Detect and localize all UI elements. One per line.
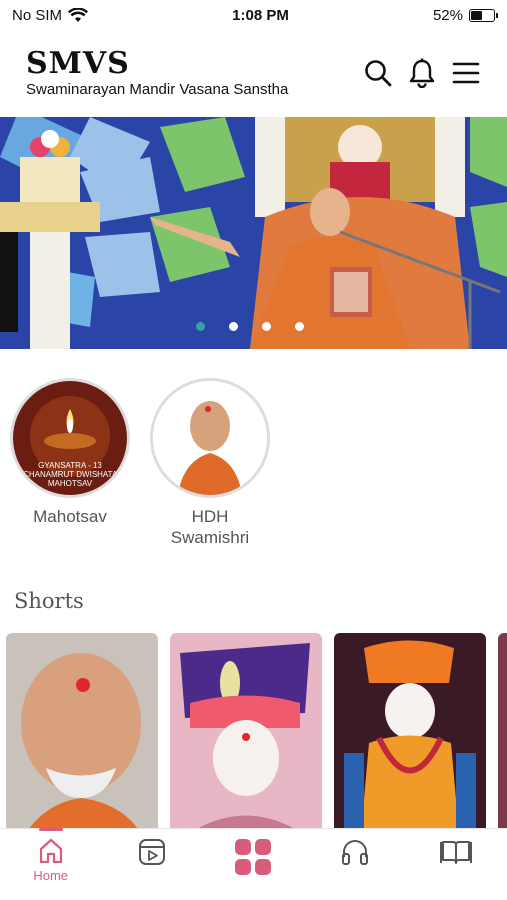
bottom-tab-bar: Home <box>0 828 507 900</box>
carousel-dot-1[interactable] <box>196 322 205 331</box>
mahotsav-caption-line-3: MAHOTSAV <box>47 479 93 488</box>
header-actions <box>363 58 481 88</box>
tab-label-home: Home <box>33 868 69 883</box>
swamishri-thumbnail <box>150 378 270 498</box>
carousel-dot-4[interactable] <box>295 322 304 331</box>
category-mahotsav[interactable]: GYANSATRA - 13 VACHANAMRUT DWISHATABDI M… <box>10 378 130 548</box>
carousel-dots <box>196 322 304 331</box>
carousel-dot-3[interactable] <box>262 322 271 331</box>
clock: 1:08 PM <box>232 6 289 24</box>
bell-icon <box>409 58 435 88</box>
home-icon <box>39 838 62 864</box>
menu-icon <box>452 62 480 84</box>
mahotsav-caption: GYANSATRA - 13 VACHANAMRUT DWISHATABDI M… <box>13 461 127 488</box>
book-icon <box>440 841 473 864</box>
menu-button[interactable] <box>451 58 481 88</box>
status-right: 52% <box>432 6 498 24</box>
category-hdh-swamishri[interactable]: HDH Swamishri <box>150 378 270 548</box>
tab-apps[interactable] <box>218 837 288 877</box>
banner-image <box>0 117 507 349</box>
brand-subtitle: Swaminarayan Mandir Vasana Sanstha <box>26 80 289 98</box>
video-icon <box>139 839 166 865</box>
status-left: No SIM <box>12 6 89 24</box>
short-thumbnail-2 <box>170 633 322 833</box>
category-label-mahotsav: Mahotsav <box>33 507 107 526</box>
mahotsav-caption-line-1: GYANSATRA - 13 <box>38 461 102 470</box>
battery-fill <box>471 10 483 20</box>
shorts-row[interactable] <box>6 633 507 833</box>
short-thumbnail-3 <box>334 633 486 833</box>
wifi-icon <box>68 7 89 22</box>
notifications-button[interactable] <box>407 58 437 88</box>
category-row: GYANSATRA - 13 VACHANAMRUT DWISHATABDI M… <box>10 378 270 548</box>
tab-books[interactable] <box>421 837 491 867</box>
shorts-heading: Shorts <box>14 589 84 613</box>
brand-logo: SMVS <box>26 45 130 81</box>
search-button[interactable] <box>363 58 393 88</box>
short-card-4-partial[interactable] <box>498 633 507 833</box>
short-card-1[interactable] <box>6 633 158 833</box>
carousel-dot-2[interactable] <box>229 322 238 331</box>
app-header: SMVS Swaminarayan Mandir Vasana Sanstha <box>0 38 507 108</box>
headphones-icon <box>341 840 368 865</box>
status-bar: No SIM 1:08 PM 52% <box>0 0 507 30</box>
category-label-hdh-swamishri: HDH Swamishri <box>170 507 250 547</box>
short-card-3[interactable] <box>334 633 486 833</box>
brand[interactable]: SMVS Swaminarayan Mandir Vasana Sanstha <box>26 45 289 98</box>
banner-carousel[interactable] <box>0 117 507 349</box>
short-card-2[interactable] <box>170 633 322 833</box>
mahotsav-thumbnail: GYANSATRA - 13 VACHANAMRUT DWISHATABDI M… <box>10 378 130 498</box>
search-icon <box>365 60 392 87</box>
tab-videos[interactable] <box>117 837 187 867</box>
short-thumbnail-1 <box>6 633 158 833</box>
mahotsav-caption-line-2: VACHANAMRUT DWISHATABDI <box>13 470 127 479</box>
battery-percent: 52% <box>432 6 463 24</box>
battery-icon <box>469 8 498 22</box>
grid-icon <box>235 839 272 875</box>
carrier-label: No SIM <box>12 6 63 24</box>
active-tab-indicator <box>38 828 63 831</box>
tab-home[interactable]: Home <box>16 828 86 883</box>
tab-audio[interactable] <box>320 837 390 867</box>
